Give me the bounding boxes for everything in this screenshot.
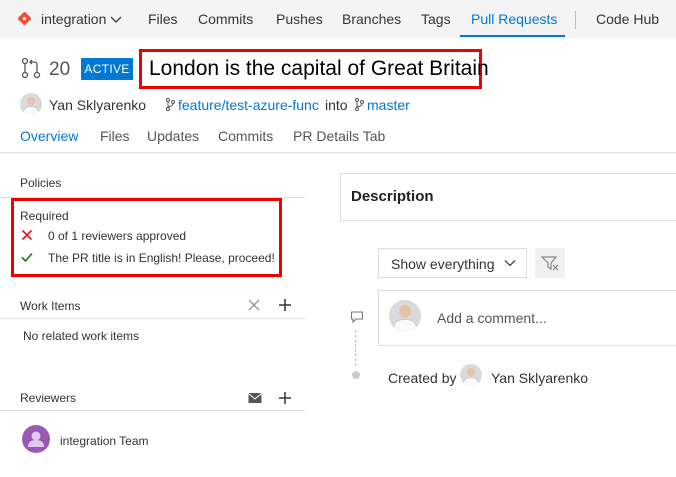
policy-title-check[interactable]: The PR title is in English! Please, proc… — [48, 251, 275, 265]
add-icon[interactable] — [278, 298, 292, 312]
mail-icon[interactable] — [248, 392, 262, 404]
filter-clear-icon — [540, 256, 559, 271]
creator-name: Yan Sklyarenko — [491, 370, 589, 386]
chevron-down-icon — [504, 260, 516, 267]
nav-pull-requests[interactable]: Pull Requests — [471, 11, 557, 27]
pr-number: 20 — [49, 59, 71, 80]
tab-updates[interactable]: Updates — [147, 128, 199, 144]
timeline-dot — [352, 371, 360, 379]
close-icon[interactable] — [248, 299, 260, 311]
no-work-items-text: No related work items — [23, 329, 140, 343]
section-divider — [0, 410, 305, 411]
user-avatar — [389, 300, 421, 332]
team-icon — [28, 431, 44, 447]
comment-icon — [350, 311, 364, 324]
tab-overview[interactable]: Overview — [20, 128, 78, 144]
author-avatar — [20, 93, 42, 115]
source-branch-link[interactable]: feature/test-azure-func — [178, 97, 319, 113]
active-nav-indicator — [460, 35, 565, 37]
author-name: Yan Sklyarenko — [49, 97, 147, 113]
check-icon — [21, 252, 33, 263]
tab-pr-details[interactable]: PR Details Tab — [293, 128, 385, 144]
created-by-label: Created by — [388, 370, 457, 386]
creator-avatar — [460, 364, 482, 386]
tab-files[interactable]: Files — [100, 128, 130, 144]
reviewer-name[interactable]: integration Team — [60, 434, 149, 448]
repo-selector[interactable]: integration — [41, 11, 122, 27]
policies-title: Policies — [20, 176, 62, 190]
team-avatar — [22, 425, 50, 453]
nav-branches[interactable]: Branches — [342, 11, 401, 27]
section-divider — [0, 318, 305, 319]
failed-icon — [21, 229, 33, 241]
activity-filter-value: Show everything — [391, 256, 495, 272]
nav-commits[interactable]: Commits — [198, 11, 253, 27]
nav-divider — [575, 11, 576, 29]
target-branch-link[interactable]: master — [367, 97, 410, 113]
chevron-down-icon — [110, 16, 122, 24]
tab-divider — [0, 152, 676, 153]
nav-pushes[interactable]: Pushes — [276, 11, 323, 27]
git-repo-icon — [18, 12, 31, 25]
required-label: Required — [20, 209, 69, 223]
nav-tags[interactable]: Tags — [421, 11, 451, 27]
add-icon[interactable] — [278, 391, 292, 405]
nav-code-hub[interactable]: Code Hub — [596, 11, 659, 27]
pull-request-icon — [21, 57, 41, 79]
comment-input[interactable] — [437, 310, 667, 326]
into-label: into — [325, 97, 348, 113]
timeline-line — [355, 330, 356, 366]
status-badge: ACTIVE — [81, 58, 133, 80]
pr-title[interactable]: London is the capital of Great Britain — [149, 57, 489, 81]
policy-reviewers[interactable]: 0 of 1 reviewers approved — [48, 229, 186, 243]
branch-icon — [355, 98, 364, 111]
nav-files[interactable]: Files — [148, 11, 178, 27]
tab-commits[interactable]: Commits — [218, 128, 273, 144]
reviewers-title: Reviewers — [20, 391, 77, 405]
branch-icon — [166, 98, 175, 111]
description-title: Description — [351, 188, 434, 205]
work-items-title: Work Items — [20, 299, 81, 313]
filter-button[interactable] — [535, 248, 565, 278]
